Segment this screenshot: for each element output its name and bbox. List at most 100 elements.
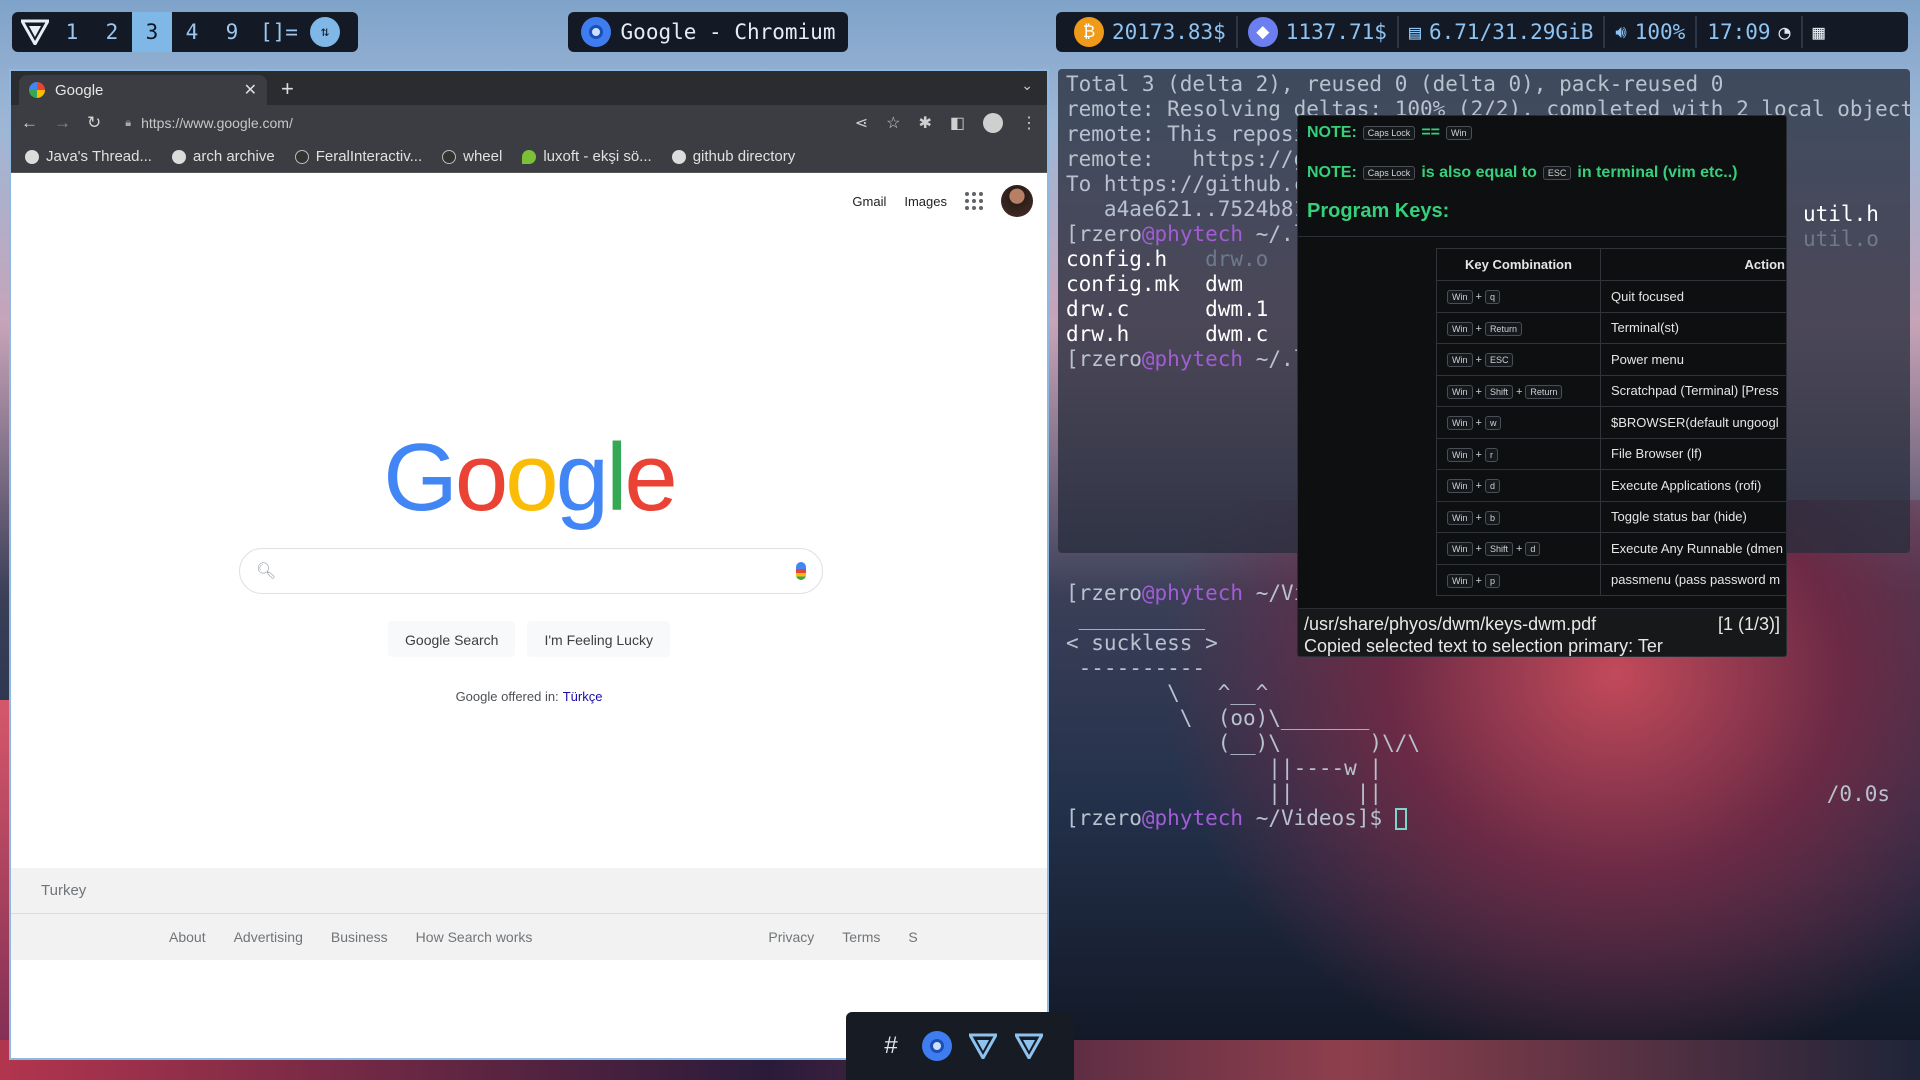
search-input[interactable] [286,562,796,580]
file-entry: dwm.c [1205,322,1269,346]
plus-sign: + [1515,385,1523,398]
command-timer: /0.0s [1826,782,1890,806]
prompt-host: phytech [1154,806,1244,830]
key-cap: Win [1447,290,1473,305]
eth-value: 1137.71$ [1285,20,1387,44]
term-line: remote: This reposi [1066,122,1307,146]
logo-letter: e [624,424,677,531]
tag-3[interactable]: 3 [132,12,172,52]
table-row: Win + w $BROWSER(default ungoogl [1436,406,1786,439]
key-cap: q [1484,290,1500,305]
chromium-window: Google ✕ + ⌄ ← → ↻ 🔒︎ https://www.google… [9,69,1049,1060]
profile-icon[interactable] [983,113,1003,133]
tab-search-chevron-icon[interactable]: ⌄ [1021,77,1033,94]
prompt: [rzero@phytech ~/Videos]$ [1066,806,1395,830]
bookmark-item[interactable]: arch archive [171,148,275,165]
reload-icon[interactable]: ↻ [87,113,101,133]
tag-1[interactable]: 1 [52,12,92,52]
footer-link-advertising[interactable]: Advertising [234,929,303,945]
bookmark-item[interactable]: luxoft - ekşi sö... [522,148,652,165]
footer-link-privacy[interactable]: Privacy [768,929,814,945]
plus-sign: + [1515,543,1523,556]
file-entry: config.h [1066,247,1168,271]
avatar[interactable] [1001,185,1033,217]
bookmark-item[interactable]: Java's Thread... [25,148,152,165]
cowsay-line: ---------- [1066,656,1206,680]
cowsay-line: \ ^__^ [1066,681,1269,705]
search-buttons: Google Search I'm Feeling Lucky [11,621,1047,657]
distro-logo-icon[interactable] [18,15,52,49]
logo-icon[interactable] [967,1030,999,1062]
drop-icon [522,149,537,164]
key-caps-lock: Caps Lock [1362,126,1416,140]
feeling-lucky-button[interactable]: I'm Feeling Lucky [527,621,670,657]
images-link[interactable]: Images [904,194,947,209]
tag-2[interactable]: 2 [92,12,132,52]
file-column-right: util.h util.o [1803,202,1879,252]
volume-value: 100% [1634,20,1686,44]
ethereum-icon: ◆ [1247,17,1278,47]
plus-sign: + [1475,322,1482,335]
microphone-icon[interactable] [796,562,806,580]
file-entry: util.h [1803,202,1879,226]
footer-link-settings[interactable]: S [908,929,917,945]
side-panel-icon[interactable]: ◧ [950,113,965,133]
file-entry: drw.h [1066,322,1130,346]
key-cap: r [1484,447,1498,462]
logo-letter: G [383,424,458,531]
bookmark-item[interactable]: FeralInteractiv... [294,148,423,165]
address-bar[interactable]: 🔒︎ https://www.google.com/ [117,115,838,131]
table-row: Win + r File Browser (lf) [1436,437,1786,470]
action-cell: Quit focused [1600,280,1786,313]
logo-icon[interactable] [1013,1030,1045,1062]
language-offer: Google offered in: Türkçe [11,689,1047,704]
key-cap: Win [1447,321,1473,336]
share-icon[interactable]: ⋖ [855,113,868,133]
pdf-viewer[interactable]: NOTE: Caps Lock == Win NOTE: Caps Lock i… [1297,115,1787,657]
pdf-statusline: /usr/share/phyos/dwm/keys-dwm.pdf [1 (1/… [1298,608,1786,656]
new-tab-button[interactable]: + [281,76,294,102]
chromium-icon[interactable] [921,1030,953,1062]
tag-9[interactable]: 9 [212,12,252,52]
bookmark-label: github directory [692,148,796,165]
key-cap: Return [1484,321,1522,336]
action-cell: Scratchpad (Terminal) [Press [1600,374,1786,407]
keybindings-body: Win + q Quit focused Win + Return Terminal(st) W… [1436,280,1786,596]
footer-link-terms[interactable]: Terms [842,929,880,945]
action-cell: Terminal(st) [1600,311,1786,344]
prompt-host: phytech [1154,222,1244,246]
tag-4[interactable]: 4 [172,12,212,52]
menu-kebab-icon[interactable]: ⋮ [1021,113,1037,133]
bookmark-item[interactable]: wheel [442,148,502,165]
apps-grid-icon[interactable] [965,192,983,210]
close-tab-icon[interactable]: ✕ [244,80,257,100]
footer-link-how-search-works[interactable]: How Search works [416,929,533,945]
back-arrow-icon[interactable]: ← [21,113,38,133]
hash-icon[interactable]: # [875,1030,907,1062]
calendar-icon: ▦ [1812,20,1825,44]
offered-text: Google offered in: [455,689,559,704]
footer-link-about[interactable]: About [169,929,206,945]
language-link[interactable]: Türkçe [563,689,603,704]
google-favicon-icon [29,82,45,98]
footer-link-business[interactable]: Business [331,929,388,945]
key-cap: Win [1447,479,1473,494]
google-search-button[interactable]: Google Search [388,621,516,657]
mixer-icon[interactable]: ⇅ [309,17,340,47]
key-combination-cell: Win + p [1436,563,1601,596]
plus-sign: + [1475,480,1482,493]
key-cap: Return [1525,384,1563,399]
layout-symbol[interactable]: []= [260,20,298,44]
tab-google[interactable]: Google ✕ [19,75,267,105]
volume[interactable]: 🔊︎ 100% [1605,16,1698,48]
calendar[interactable]: ▦ [1803,16,1835,48]
forward-arrow-icon[interactable]: → [54,113,71,133]
gmail-link[interactable]: Gmail [852,194,886,209]
status-bar: ₿ 20173.83$ ◆ 1137.71$ ▤ 6.71/31.29GiB 🔊… [1056,12,1908,52]
action-cell: Execute Any Runnable (dmen [1600,532,1786,565]
bookmark-star-icon[interactable]: ☆ [886,113,900,133]
extensions-icon[interactable]: ✱ [918,113,931,133]
btc-value: 20173.83$ [1112,20,1226,44]
bookmark-label: FeralInteractiv... [315,148,423,165]
bookmark-item[interactable]: github directory [671,148,796,165]
